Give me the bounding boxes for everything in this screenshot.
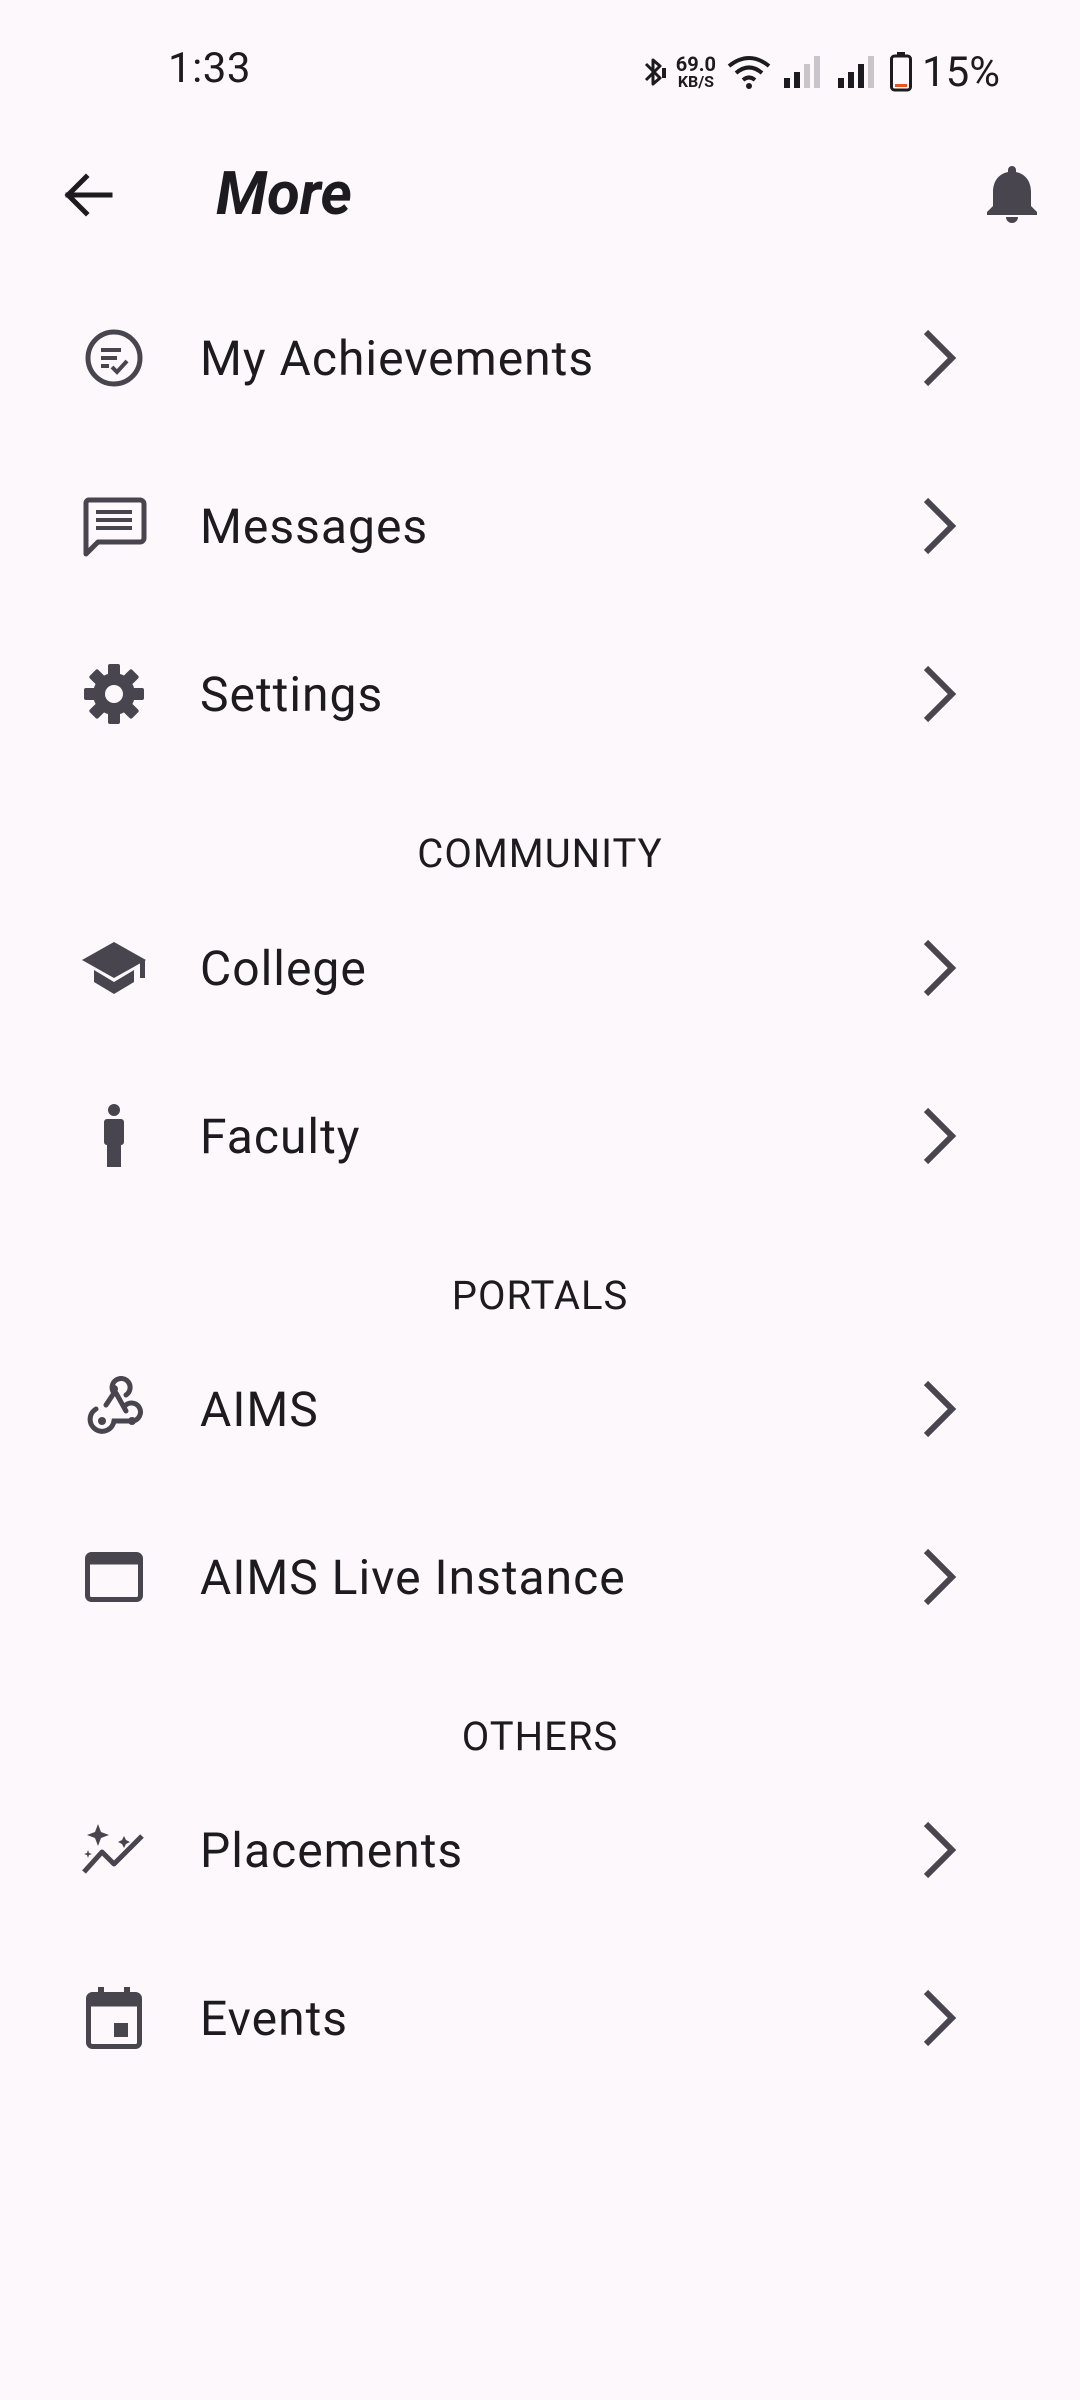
menu-item-college[interactable]: College [0, 884, 1080, 1052]
bell-icon [987, 166, 1037, 223]
webhook-icon [87, 1376, 143, 1434]
chevron-right-icon [923, 1548, 957, 1606]
chevron-right-icon [923, 1107, 957, 1165]
signal-icon-sim1 [784, 56, 821, 88]
menu-item-label: My Achievements [200, 329, 595, 387]
signal-icon-sim2 [838, 56, 875, 88]
wifi-icon [727, 56, 771, 89]
menu-item-label: AIMS [200, 1380, 319, 1438]
section-header-others: OTHERS [461, 1713, 619, 1760]
notifications-button[interactable] [974, 156, 1050, 232]
back-button[interactable] [52, 160, 122, 230]
status-icons: 69.0 KB/S 15% [642, 44, 1000, 100]
page-title: More [216, 158, 352, 229]
menu-item-aims[interactable]: AIMS [0, 1325, 1080, 1493]
browser-window-icon [85, 1552, 143, 1602]
chevron-right-icon [923, 939, 957, 997]
person-icon [104, 1104, 124, 1167]
status-time: 1:33 [168, 44, 251, 93]
insights-icon [82, 1824, 144, 1874]
menu-item-my-achievements[interactable]: My Achievements [0, 274, 1080, 442]
menu-item-placements[interactable]: Placements [0, 1766, 1080, 1934]
graduation-cap-icon [82, 942, 146, 994]
arrow-back-icon [64, 173, 113, 217]
menu-item-label: Settings [200, 665, 384, 723]
section-header-community: COMMUNITY [417, 830, 663, 877]
menu-item-aims-live-instance[interactable]: AIMS Live Instance [0, 1493, 1080, 1661]
achievements-icon [85, 329, 143, 387]
chevron-right-icon [923, 665, 957, 723]
menu-item-events[interactable]: Events [0, 1934, 1080, 2102]
menu-item-label: College [200, 939, 367, 997]
menu-item-label: Events [200, 1989, 349, 2047]
status-bar: 1:33 69.0 KB/S 15% [0, 0, 1080, 140]
app-bar: More [0, 140, 1080, 250]
chevron-right-icon [923, 1989, 957, 2047]
menu-item-faculty[interactable]: Faculty [0, 1052, 1080, 1220]
section-header-portals: PORTALS [451, 1272, 629, 1319]
chevron-right-icon [923, 329, 957, 387]
menu-item-label: Faculty [200, 1107, 361, 1165]
menu-item-settings[interactable]: Settings [0, 610, 1080, 778]
menu-item-label: Placements [200, 1821, 464, 1879]
calendar-event-icon [86, 1987, 142, 2049]
chevron-right-icon [923, 1821, 957, 1879]
menu-item-messages[interactable]: Messages [0, 442, 1080, 610]
chevron-right-icon [923, 497, 957, 555]
network-speed: 69.0 KB/S [675, 52, 717, 91]
messages-icon [83, 497, 147, 557]
battery-percentage: 15% [922, 47, 1000, 97]
bluetooth-icon [644, 58, 666, 86]
settings-icon [84, 664, 144, 724]
battery-icon [890, 52, 913, 92]
chevron-right-icon [923, 1380, 957, 1438]
menu-item-label: Messages [200, 497, 429, 555]
menu-item-label: AIMS Live Instance [200, 1548, 626, 1606]
